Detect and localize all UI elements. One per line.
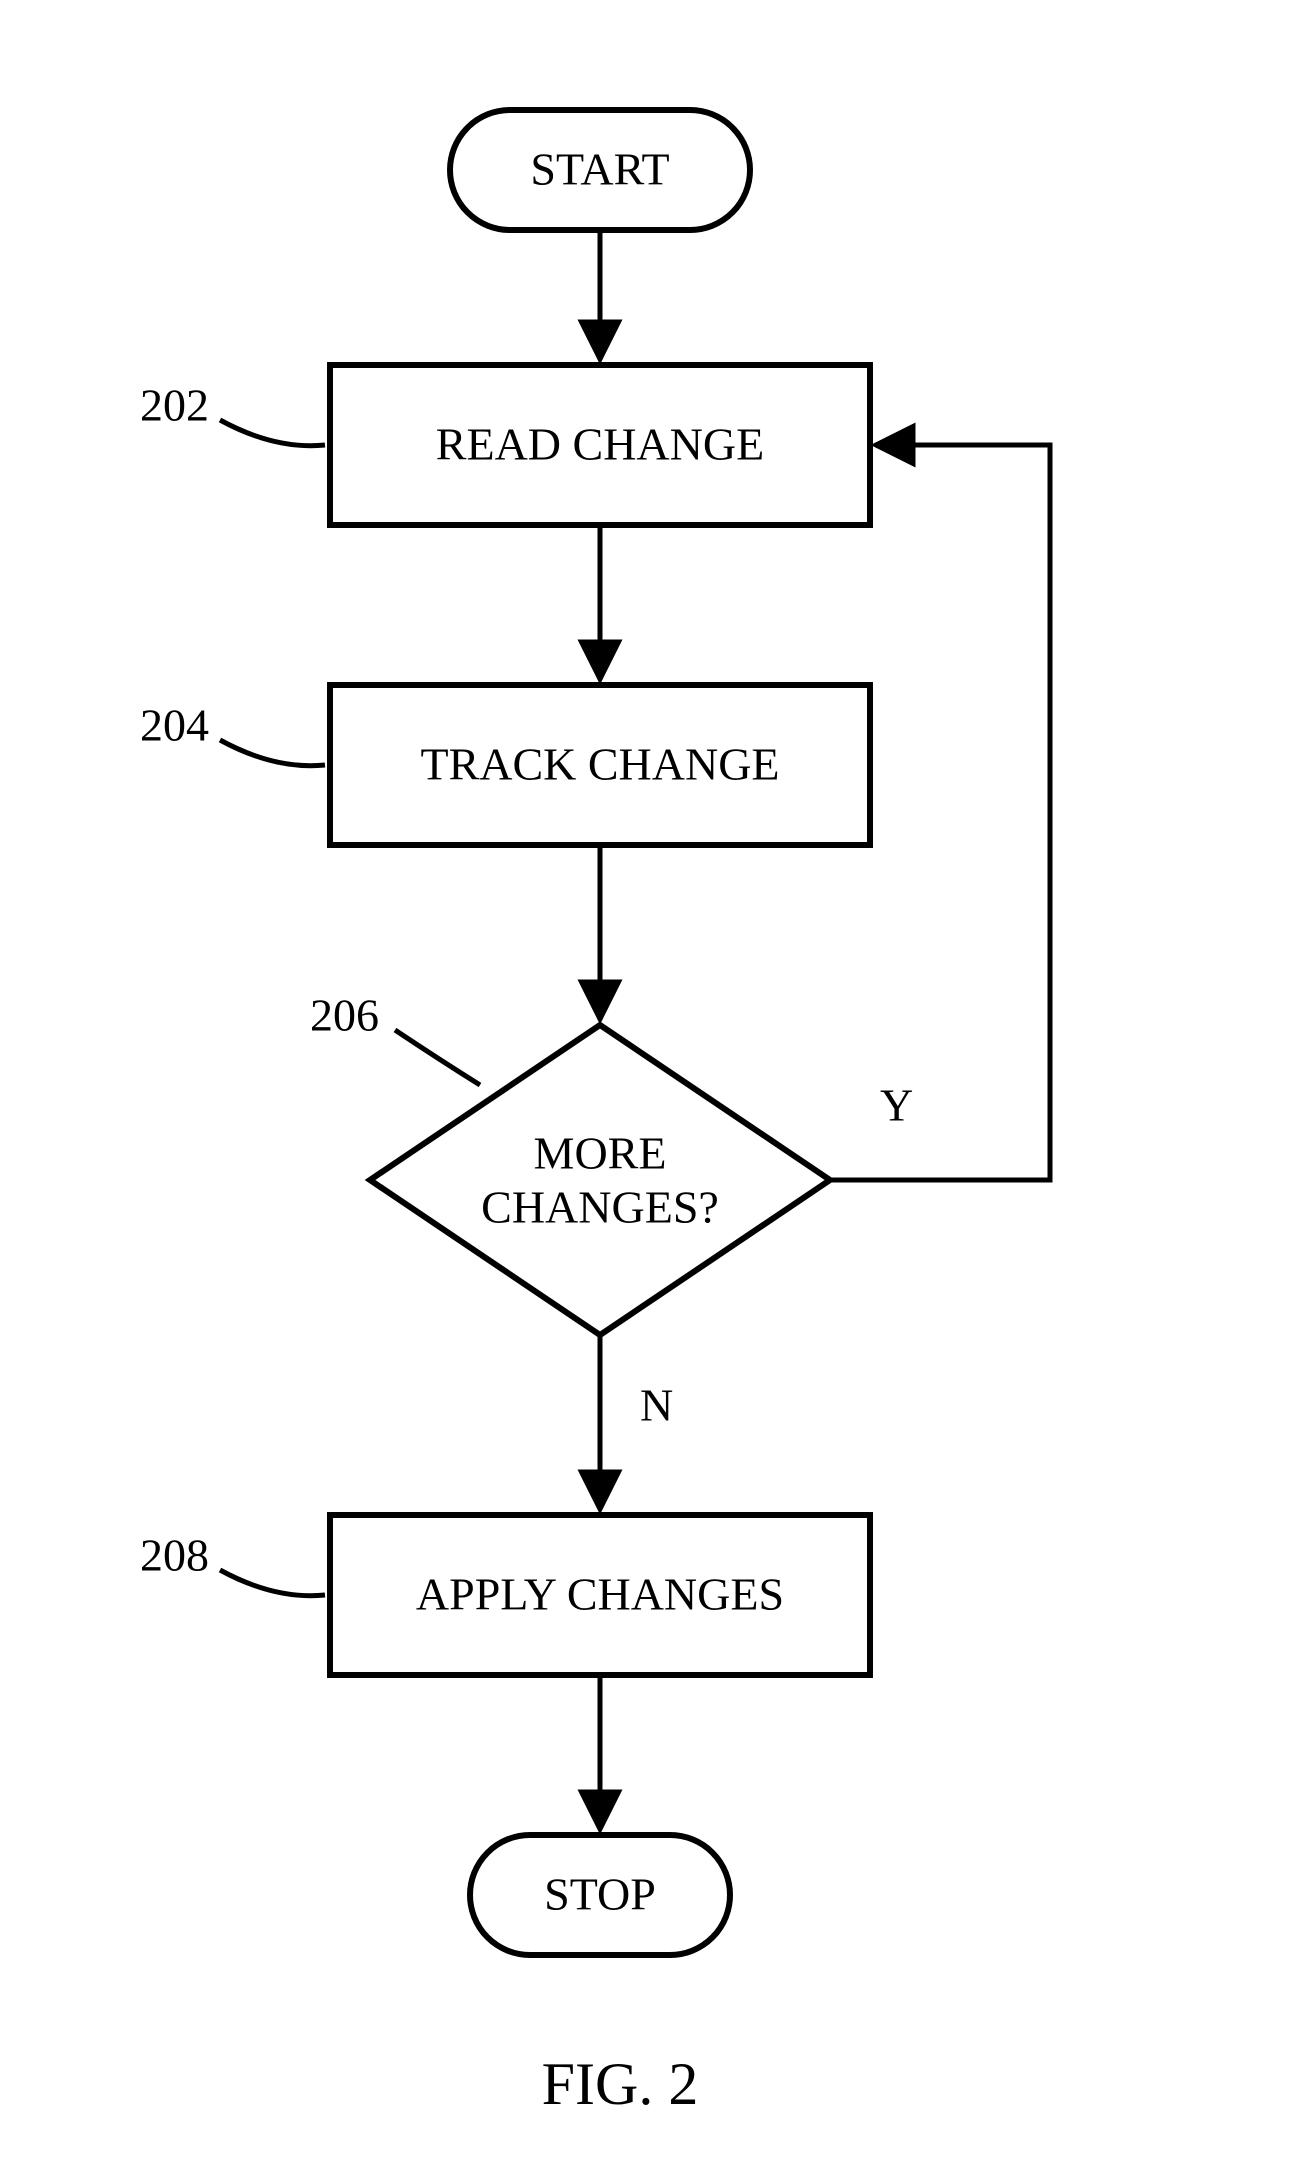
leader-208 <box>220 1570 325 1596</box>
stop-terminator: STOP <box>470 1835 730 1955</box>
start-label: START <box>530 144 669 195</box>
leader-204 <box>220 740 325 766</box>
decision-no-label: N <box>640 1380 673 1431</box>
decision-line2: CHANGES? <box>481 1182 719 1233</box>
track-change-step: TRACK CHANGE <box>330 685 870 845</box>
decision-yes-label: Y <box>880 1080 913 1131</box>
leader-202 <box>220 420 325 446</box>
start-terminator: START <box>450 110 750 230</box>
figure-caption: FIG. 2 <box>542 2051 699 2117</box>
read-change-step: READ CHANGE <box>330 365 870 525</box>
read-change-label: READ CHANGE <box>436 419 764 470</box>
ref-202: 202 <box>140 380 209 431</box>
ref-204: 204 <box>140 700 209 751</box>
apply-changes-label: APPLY CHANGES <box>416 1569 784 1620</box>
leader-206 <box>395 1030 480 1085</box>
ref-206: 206 <box>310 990 379 1041</box>
track-change-label: TRACK CHANGE <box>420 739 779 790</box>
apply-changes-step: APPLY CHANGES <box>330 1515 870 1675</box>
more-changes-decision: MORE CHANGES? <box>370 1025 830 1335</box>
stop-label: STOP <box>544 1869 656 1920</box>
decision-line1: MORE <box>534 1128 667 1179</box>
flowchart-canvas: START READ CHANGE 202 TRACK CHANGE 204 M… <box>0 0 1292 2179</box>
ref-208: 208 <box>140 1530 209 1581</box>
